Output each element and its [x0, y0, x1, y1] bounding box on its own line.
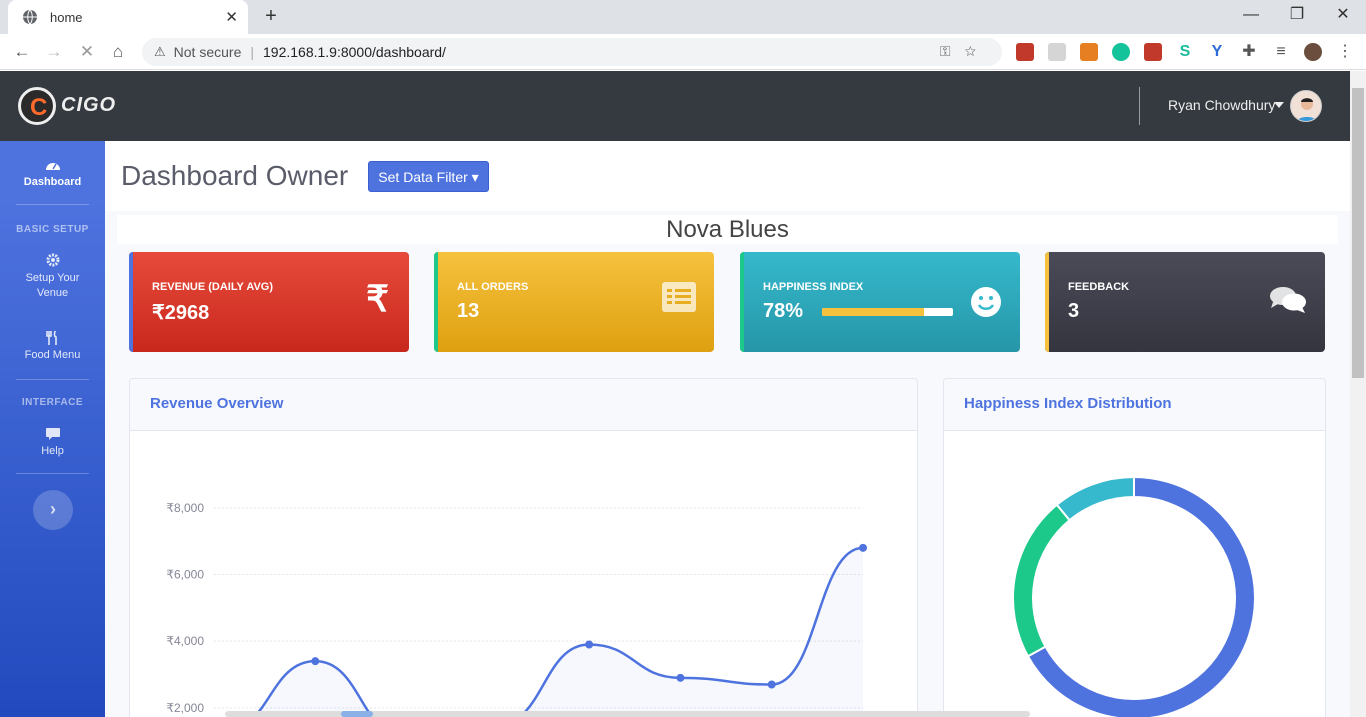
donut-slice[interactable] — [1012, 503, 1072, 658]
data-point[interactable] — [767, 680, 776, 689]
bookmark-star-icon[interactable]: ⚿☆ — [940, 43, 990, 60]
revenue-overview-panel: Revenue Overview ₹2,000 ₹4,000 ₹6,000 ₹8,00… — [129, 378, 918, 717]
set-data-filter-button[interactable]: Set Data Filter ▾ — [368, 161, 489, 192]
happiness-progress-bar — [822, 308, 953, 316]
comments-icon — [1270, 287, 1306, 313]
sidebar-heading-interface: INTERFACE — [21, 397, 84, 408]
extension-icon[interactable] — [1144, 43, 1162, 61]
sidebar-item-food-menu[interactable]: Food Menu — [0, 331, 105, 361]
help-chat-icon — [45, 428, 60, 440]
happiness-progress-fill — [822, 308, 925, 316]
browser-tab-strip: home ✕ + — ❐ ✕ — [0, 0, 1366, 34]
user-name[interactable]: Ryan Chowdhury — [1168, 97, 1275, 113]
revenue-overview-title: Revenue Overview — [130, 379, 917, 431]
revenue-card: REVENUE (DAILY AVG) ₹2968 ₹ — [129, 252, 409, 352]
user-avatar-icon — [1296, 98, 1318, 121]
browser-tab[interactable]: home ✕ — [8, 0, 248, 34]
restore-button[interactable]: ❐ — [1274, 0, 1320, 34]
data-point[interactable] — [585, 640, 594, 649]
close-tab-icon[interactable]: ✕ — [225, 8, 238, 26]
happiness-donut-chart — [1012, 475, 1256, 717]
playlist-icon[interactable]: ≡ — [1272, 43, 1290, 61]
caret-down-icon: ▾ — [471, 169, 479, 185]
sidebar-item-help[interactable]: Help — [0, 427, 105, 457]
grammarly-icon[interactable] — [1112, 43, 1130, 61]
extension-icon[interactable] — [1048, 43, 1066, 61]
y-tick-label: ₹8,000 — [166, 501, 204, 515]
happiness-value: 78% — [763, 300, 804, 322]
topbar: Dashboard Owner Set Data Filter ▾ — [105, 141, 1350, 211]
data-point[interactable] — [311, 657, 320, 666]
sidebar-item-dashboard[interactable]: Dashboard — [0, 158, 105, 188]
feedback-card: FEEDBACK 3 — [1045, 252, 1325, 352]
feedback-label: FEEDBACK — [1068, 281, 1130, 293]
security-label: Not secure — [173, 44, 242, 60]
main-content: Dashboard Owner Set Data Filter ▾ Nova B… — [105, 141, 1350, 717]
chevron-down-icon[interactable] — [1274, 102, 1284, 108]
back-icon[interactable]: ← — [10, 40, 34, 64]
tachometer-icon — [45, 163, 60, 170]
minimize-button[interactable]: — — [1228, 0, 1274, 34]
home-icon[interactable]: ⌂ — [106, 40, 130, 64]
menu-icon[interactable]: ⋮ — [1336, 43, 1354, 61]
warning-icon: ⚠ — [154, 44, 166, 59]
brand-name: CIGO — [61, 94, 117, 116]
revenue-value: ₹2968 — [152, 302, 210, 324]
gear-icon — [46, 253, 59, 267]
orders-label: ALL ORDERS — [457, 281, 529, 293]
smile-icon — [971, 287, 1001, 317]
data-point[interactable] — [676, 673, 685, 682]
y-tick-label: ₹4,000 — [166, 634, 204, 648]
extension-icon[interactable]: S — [1176, 43, 1194, 61]
url-text: 192.168.1.9:8000/dashboard/ — [263, 44, 446, 60]
y-tick-label: ₹2,000 — [166, 701, 204, 715]
sidebar: Dashboard BASIC SETUP Setup Your Venue F… — [0, 141, 105, 717]
sidebar-toggle-button[interactable]: › — [33, 490, 73, 530]
happiness-distribution-title: Happiness Index Distribution — [944, 379, 1325, 431]
happiness-label: HAPPINESS INDEX — [763, 281, 864, 293]
avatar[interactable] — [1290, 90, 1322, 122]
globe-icon — [23, 9, 37, 25]
sidebar-heading-basic-setup: BASIC SETUP — [16, 224, 89, 235]
extension-icon[interactable] — [1016, 43, 1034, 61]
tab-title: home — [50, 9, 83, 25]
utensils-icon — [45, 331, 57, 345]
puzzle-icon[interactable]: ✚ — [1240, 43, 1258, 61]
y-tick-label: ₹6,000 — [166, 568, 204, 582]
vertical-scrollbar-thumb[interactable] — [1352, 88, 1364, 378]
series-area — [254, 547, 863, 717]
profile-icon[interactable] — [1304, 43, 1322, 61]
data-point[interactable] — [859, 543, 867, 552]
venue-name: Nova Blues — [117, 215, 1338, 244]
feedback-value: 3 — [1068, 300, 1080, 322]
extension-icon[interactable]: Y — [1208, 43, 1226, 61]
orders-card: ALL ORDERS 13 — [434, 252, 714, 352]
address-bar[interactable]: ⚠ Not secure | 192.168.1.9:8000/dashboar… — [142, 38, 1002, 66]
happiness-distribution-panel: Happiness Index Distribution — [943, 378, 1326, 717]
list-icon — [662, 282, 696, 312]
orders-value: 13 — [457, 300, 480, 322]
app-header: C CIGO Ryan Chowdhury — [0, 71, 1350, 141]
page-title: Dashboard Owner — [121, 160, 349, 191]
close-window-button[interactable]: ✕ — [1320, 0, 1366, 34]
revenue-line-chart: ₹2,000 ₹4,000 ₹6,000 ₹8,000 — [166, 501, 867, 717]
forward-icon[interactable]: → — [42, 40, 66, 64]
stop-icon[interactable]: ✕ — [75, 40, 99, 64]
extension-icon[interactable] — [1080, 43, 1098, 61]
happiness-card: HAPPINESS INDEX 78% — [740, 252, 1020, 352]
revenue-label: REVENUE (DAILY AVG) — [152, 281, 274, 293]
new-tab-button[interactable]: + — [260, 5, 282, 27]
horizontal-scrollbar[interactable] — [225, 711, 1030, 717]
donut-slice[interactable] — [1055, 475, 1135, 522]
sidebar-item-setup-venue[interactable]: Setup Your Venue — [0, 253, 105, 301]
rupee-icon: ₹ — [366, 278, 389, 319]
